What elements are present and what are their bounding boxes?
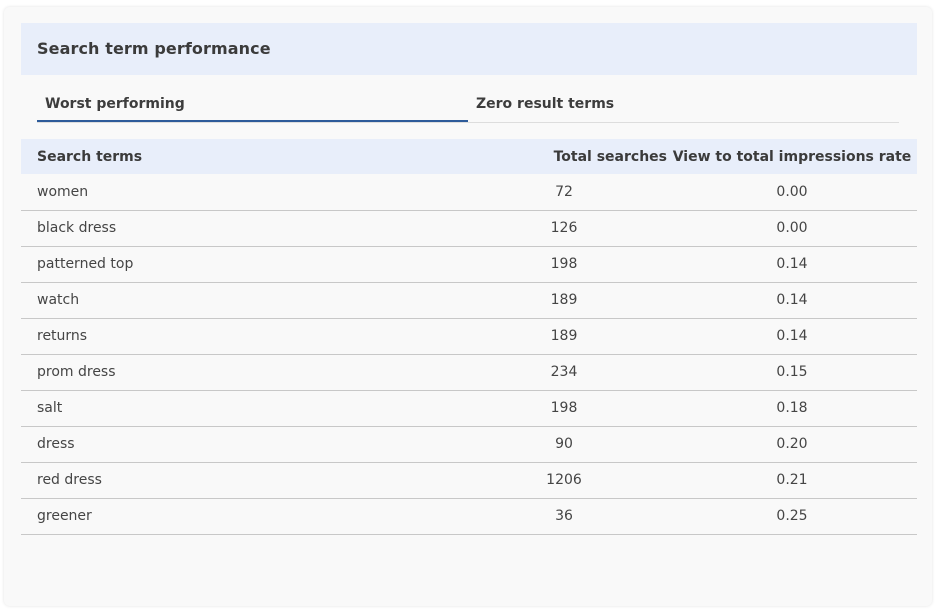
table-row: red dress 1206 0.21 — [21, 462, 917, 498]
search-term-cell: red dress — [37, 472, 102, 488]
tab-worst-performing[interactable]: Worst performing — [37, 96, 468, 122]
table-row: patterned top 198 0.14 — [21, 246, 917, 282]
impressions-rate-cell: 0.21 — [776, 472, 808, 488]
table-row: greener 36 0.25 — [21, 498, 917, 534]
search-term-cell: salt — [37, 400, 63, 416]
column-header-total-searches[interactable]: Total searches — [461, 139, 667, 174]
impressions-rate-cell: 0.14 — [776, 256, 808, 272]
table-row: returns 189 0.14 — [21, 318, 917, 354]
search-terms-table: Search terms Total searches View to tota… — [21, 139, 917, 535]
card-title: Search term performance — [37, 39, 271, 58]
impressions-rate-cell: 0.25 — [776, 508, 808, 524]
total-searches-cell: 234 — [550, 364, 578, 380]
tab-zero-result-terms[interactable]: Zero result terms — [476, 96, 899, 121]
column-header-search-terms[interactable]: Search terms — [21, 139, 461, 174]
total-searches-cell: 1206 — [546, 472, 582, 488]
column-header-view-rate[interactable]: View to total impressions rate — [667, 139, 917, 174]
search-term-cell: watch — [37, 292, 80, 308]
total-searches-cell: 72 — [555, 183, 573, 200]
total-searches-cell: 90 — [555, 436, 573, 452]
table-header-row: Search terms Total searches View to tota… — [21, 139, 917, 174]
search-term-cell: dress — [37, 436, 75, 452]
impressions-rate-cell: 0.18 — [776, 400, 808, 416]
search-term-cell: prom dress — [37, 364, 116, 380]
table-row: women 72 0.00 — [21, 174, 917, 210]
total-searches-cell: 189 — [550, 292, 578, 308]
total-searches-cell: 126 — [550, 220, 578, 236]
total-searches-cell: 189 — [550, 328, 578, 344]
total-searches-cell: 198 — [550, 400, 578, 416]
search-term-cell: returns — [37, 328, 88, 344]
table-row: dress 90 0.20 — [21, 426, 917, 462]
total-searches-cell: 36 — [555, 508, 573, 524]
search-term-cell: women — [37, 183, 89, 200]
search-term-performance-card: Search term performance Worst performing… — [4, 7, 932, 606]
impressions-rate-cell: 0.20 — [776, 436, 808, 452]
table-row: salt 198 0.18 — [21, 390, 917, 426]
impressions-rate-cell: 0.00 — [776, 220, 808, 236]
card-header: Search term performance — [21, 23, 917, 75]
tab-bar: Worst performing Zero result terms — [37, 96, 899, 123]
impressions-rate-cell: 0.14 — [776, 328, 808, 344]
table-row: black dress 126 0.00 — [21, 210, 917, 246]
search-term-cell: greener — [37, 508, 92, 524]
impressions-rate-cell: 0.14 — [776, 292, 808, 308]
total-searches-cell: 198 — [550, 256, 578, 272]
search-term-cell: patterned top — [37, 256, 134, 272]
impressions-rate-cell: 0.15 — [776, 364, 808, 380]
impressions-rate-cell: 0.00 — [776, 183, 808, 200]
table-row: prom dress 234 0.15 — [21, 354, 917, 390]
table-row: watch 189 0.14 — [21, 282, 917, 318]
search-term-cell: black dress — [37, 220, 117, 236]
